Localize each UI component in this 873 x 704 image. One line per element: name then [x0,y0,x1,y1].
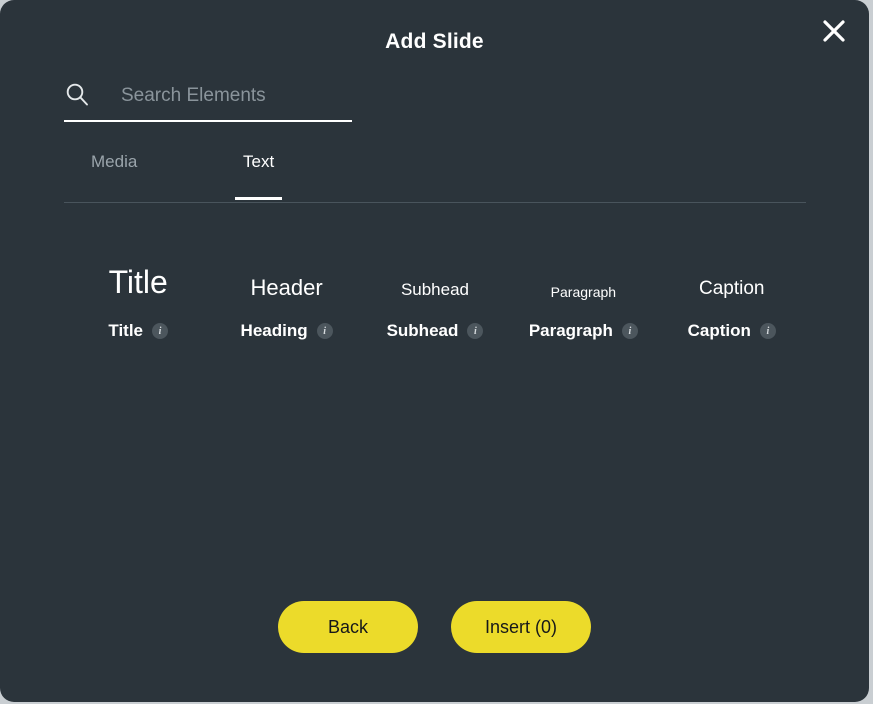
info-icon[interactable]: i [152,323,169,339]
element-preview-title[interactable]: Title [64,263,212,300]
element-label: Title [108,321,144,340]
element-label: Subhead [386,321,459,340]
element-item-title[interactable]: Title i [64,321,212,341]
close-icon [821,18,847,44]
footer-actions: Back Insert (0) [0,601,869,653]
tab-media-label: Media [91,152,138,171]
close-button[interactable] [815,12,853,50]
element-item-caption[interactable]: Caption i [658,321,806,341]
element-preview-row: Title Header Subhead Paragraph Caption [64,228,806,300]
info-icon[interactable]: i [316,323,333,339]
back-button[interactable]: Back [278,601,418,653]
page-title: Add Slide [385,30,484,53]
info-icon[interactable]: i [467,323,484,339]
element-label: Paragraph [528,321,613,340]
search-input[interactable] [119,74,353,118]
preview-label: Paragraph [550,283,617,300]
tab-text-label: Text [243,152,275,171]
preview-label: Header [250,274,323,300]
preview-label: Subhead [400,280,470,300]
tab-media[interactable]: Media [83,152,145,200]
search-field[interactable] [64,74,353,122]
element-preview-heading[interactable]: Header [212,274,360,300]
search-icon [64,81,90,107]
tab-text[interactable]: Text [235,152,283,200]
add-slide-modal: Add Slide Media Text Title [0,0,869,702]
preview-label: Title [108,263,168,300]
element-preview-caption[interactable]: Caption [658,278,806,300]
tab-bar: Media Text [64,152,806,203]
element-label-row: Title i Heading i Subhead i Paragraph i … [64,300,806,362]
element-item-heading[interactable]: Heading i [212,321,360,341]
info-icon[interactable]: i [759,323,776,339]
element-item-subhead[interactable]: Subhead i [361,321,509,341]
element-label: Caption [687,321,751,340]
element-grid: Title Header Subhead Paragraph Caption T… [64,228,806,362]
insert-button[interactable]: Insert (0) [451,601,591,653]
element-label: Heading [240,321,308,340]
info-icon[interactable]: i [621,323,638,339]
preview-label: Caption [699,278,765,300]
element-item-paragraph[interactable]: Paragraph i [509,321,657,341]
element-preview-subhead[interactable]: Subhead [361,281,509,300]
element-preview-paragraph[interactable]: Paragraph [509,283,657,300]
